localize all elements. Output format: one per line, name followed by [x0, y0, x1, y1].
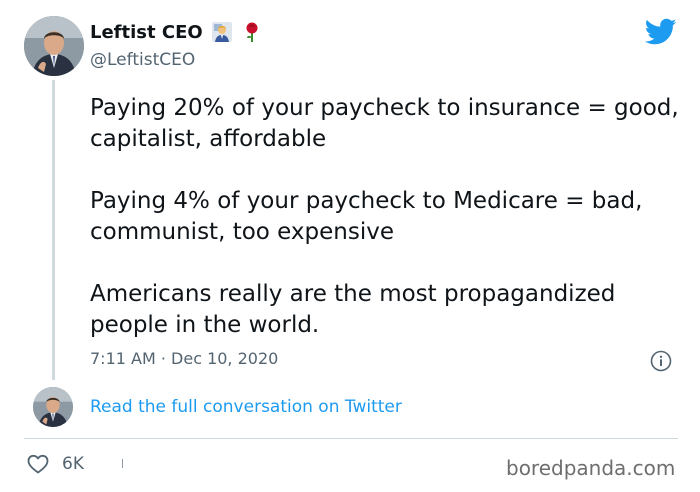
author-avatar[interactable] [24, 16, 84, 76]
divider [24, 438, 678, 439]
watermark: boredpanda.com [506, 456, 676, 480]
author-display-name[interactable]: Leftist CEO [90, 22, 203, 43]
tweet-paragraph: Paying 4% of your paycheck to Medicare =… [90, 188, 643, 245]
read-conversation-link[interactable]: Read the full conversation on Twitter [90, 397, 402, 417]
like-button[interactable]: 6K [26, 452, 84, 476]
tweet-paragraph: Americans really are the most propagandi… [90, 281, 616, 338]
tweet-body: Paying 20% of your paycheck to insurance… [90, 93, 690, 341]
author-handle[interactable]: @LeftistCEO [90, 50, 195, 70]
red-rose-emoji [241, 21, 263, 43]
twitter-bird-icon[interactable] [645, 18, 677, 46]
info-icon[interactable] [650, 350, 672, 372]
separator-tick [122, 459, 123, 468]
author-name-row: Leftist CEO [90, 21, 263, 43]
thread-connector-line [52, 80, 55, 380]
heart-icon[interactable] [26, 452, 50, 476]
tweet-embed-card: Leftist CEO @LeftistCEO Paying 20% of yo… [0, 0, 700, 492]
tweet-timestamp[interactable]: 7:11 AM · Dec 10, 2020 [90, 349, 278, 368]
like-count: 6K [62, 454, 84, 474]
reader-avatar[interactable] [33, 387, 73, 427]
man-office-worker-emoji [211, 21, 233, 43]
tweet-paragraph: Paying 20% of your paycheck to insurance… [90, 95, 679, 152]
